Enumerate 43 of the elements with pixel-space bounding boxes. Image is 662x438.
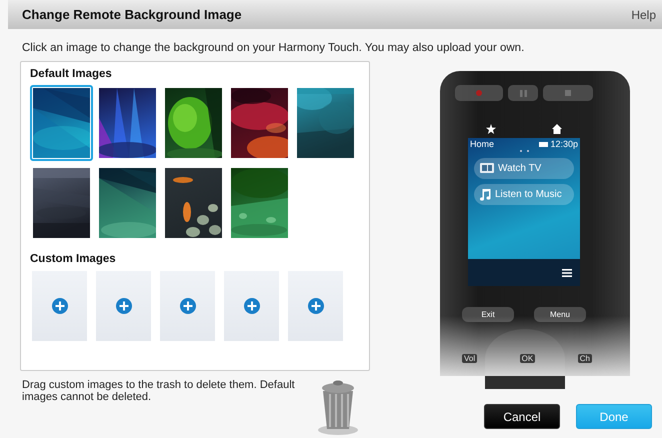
pause-icon <box>520 90 526 96</box>
star-icon <box>486 124 496 134</box>
instruction-text: Click an image to change the background on your Harmony Touch. You may also upload your own. <box>22 42 526 54</box>
add-image-slot[interactable] <box>160 271 215 341</box>
plus-icon <box>180 298 196 314</box>
music-note-icon <box>480 188 491 200</box>
image-thumbnail[interactable] <box>96 85 159 161</box>
image-thumbnail[interactable] <box>162 85 225 161</box>
home-icon <box>552 124 562 134</box>
stop-icon <box>565 90 571 96</box>
plus-icon <box>308 298 324 314</box>
battery-icon <box>539 142 548 146</box>
screen-title: Home <box>470 139 496 149</box>
plus-icon <box>116 298 132 314</box>
add-image-slot[interactable] <box>288 271 343 341</box>
remote-key-label: OK <box>520 354 536 363</box>
help-link[interactable]: Help <box>631 8 656 22</box>
plus-icon <box>52 298 68 314</box>
remote-key-label: Ch <box>578 354 592 363</box>
record-icon <box>476 90 482 96</box>
dialog-title: Change Remote Background Image <box>22 7 242 22</box>
add-image-slot[interactable] <box>32 271 87 341</box>
hint-text: Drag custom images to the trash to delete them. Default images cannot be deleted. <box>22 379 296 403</box>
image-thumbnail[interactable] <box>30 165 93 241</box>
image-thumbnail[interactable] <box>228 165 291 241</box>
image-thumbnail[interactable] <box>162 165 225 241</box>
remote-key: Menu <box>534 307 586 322</box>
remote-key: Exit <box>462 307 514 322</box>
image-thumbnail[interactable] <box>228 85 291 161</box>
section-heading: Default Images <box>30 68 113 80</box>
clock-text: 12:30p <box>550 139 578 149</box>
add-image-slot[interactable] <box>96 271 151 341</box>
image-thumbnail[interactable] <box>30 85 93 161</box>
trash-can-icon[interactable] <box>317 379 359 435</box>
tv-icon <box>480 163 494 174</box>
plus-icon <box>244 298 260 314</box>
cancel-button[interactable]: Cancel <box>484 404 560 429</box>
menu-icon <box>562 268 572 276</box>
image-thumbnail[interactable] <box>294 85 357 161</box>
image-thumbnail[interactable] <box>96 165 159 241</box>
remote-key-label: Vol <box>462 354 478 363</box>
add-image-slot[interactable] <box>224 271 279 341</box>
section-heading: Custom Images <box>30 253 117 265</box>
